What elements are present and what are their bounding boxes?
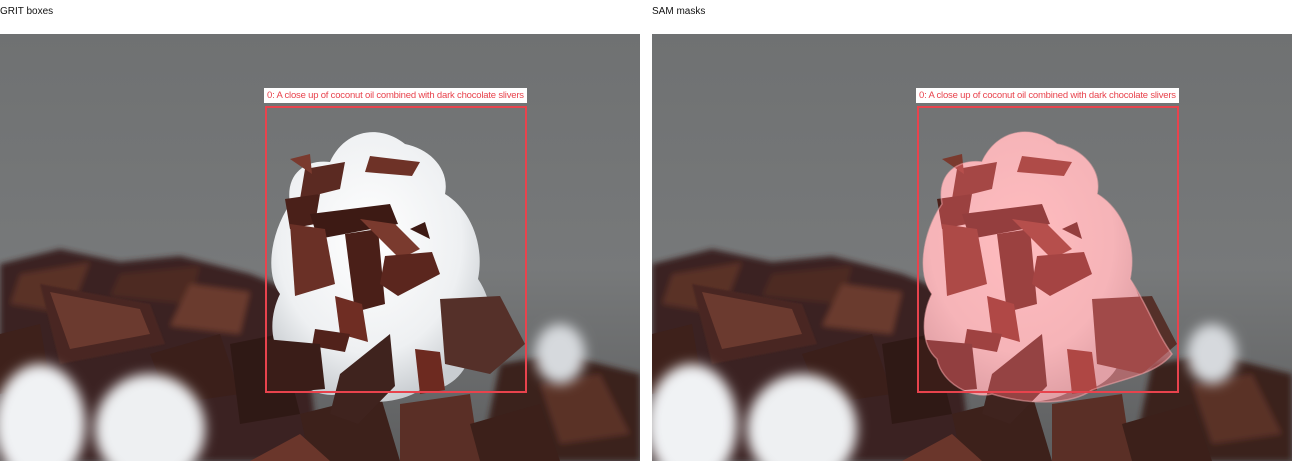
right-panel-title: SAM masks bbox=[652, 6, 706, 17]
bounding-box-label: 0: A close up of coconut oil combined wi… bbox=[264, 88, 527, 103]
sam-masks-panel: 0: A close up of coconut oil combined wi… bbox=[652, 34, 1292, 461]
left-panel-title: GRIT boxes bbox=[0, 6, 54, 17]
bounding-box-label: 0: A close up of coconut oil combined wi… bbox=[916, 88, 1179, 103]
grit-boxes-panel: 0: A close up of coconut oil combined wi… bbox=[0, 34, 640, 461]
